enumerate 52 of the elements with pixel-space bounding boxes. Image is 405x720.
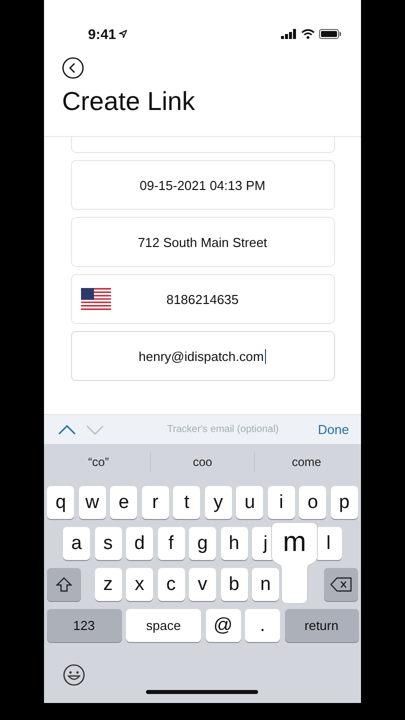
key[interactable]: o [299,486,326,519]
signal-icon [281,29,297,39]
text-field[interactable]: 712 South Main Street [70,217,334,267]
delete-key[interactable] [324,568,358,601]
key[interactable]: p [330,486,358,519]
flag-icon [80,288,110,310]
key[interactable]: y [204,486,232,519]
key[interactable]: u [236,486,264,519]
shift-key[interactable] [47,568,81,601]
location-arrow-icon [119,30,128,38]
key[interactable]: a [63,527,90,560]
field-hint: Tracker's email (optional) [166,424,280,435]
page-title: Create Link [62,86,196,116]
status-time: 9:41 [88,26,116,42]
key[interactable]: v [189,568,216,601]
wifi-icon [301,29,315,39]
done-button[interactable]: Done [312,422,355,437]
key[interactable]: w [78,486,106,519]
emoji-icon[interactable] [63,664,85,686]
text-field[interactable] [70,137,334,153]
key[interactable]: d [126,527,153,560]
key[interactable]: . [245,609,280,642]
key[interactable]: s [94,527,122,560]
space-key[interactable]: space [126,609,201,642]
text-field[interactable]: 09-15-2021 04:13 PM [70,160,334,210]
key[interactable]: h [220,527,248,560]
word-suggestion[interactable]: coo [151,446,254,476]
key[interactable]: t [173,486,200,519]
key[interactable]: n [252,568,279,601]
key[interactable]: i [268,486,295,519]
shift-icon [56,577,72,592]
key-popup: m [271,522,318,604]
word-suggestion[interactable]: “co” [47,446,150,476]
key[interactable]: b [220,568,248,601]
phone-field[interactable]: 8186214635 [70,274,334,324]
key[interactable]: x [126,568,153,601]
key[interactable]: e [110,486,138,519]
key[interactable]: f [158,527,184,560]
key[interactable]: c [158,568,184,601]
key[interactable]: @ [206,609,240,642]
numbers-key[interactable]: 123 [46,609,122,642]
delete-icon [330,577,352,592]
text-field[interactable]: henry@idispatch.com [70,331,334,381]
key[interactable]: z [94,568,122,601]
battery-icon [319,29,341,39]
key[interactable]: r [142,486,169,519]
key[interactable]: g [189,527,216,560]
key[interactable]: q [47,486,74,519]
return-key[interactable]: return [284,609,358,642]
chevron-up-icon[interactable] [58,424,76,434]
word-suggestion[interactable]: come [255,446,358,476]
back-button[interactable] [62,57,84,79]
